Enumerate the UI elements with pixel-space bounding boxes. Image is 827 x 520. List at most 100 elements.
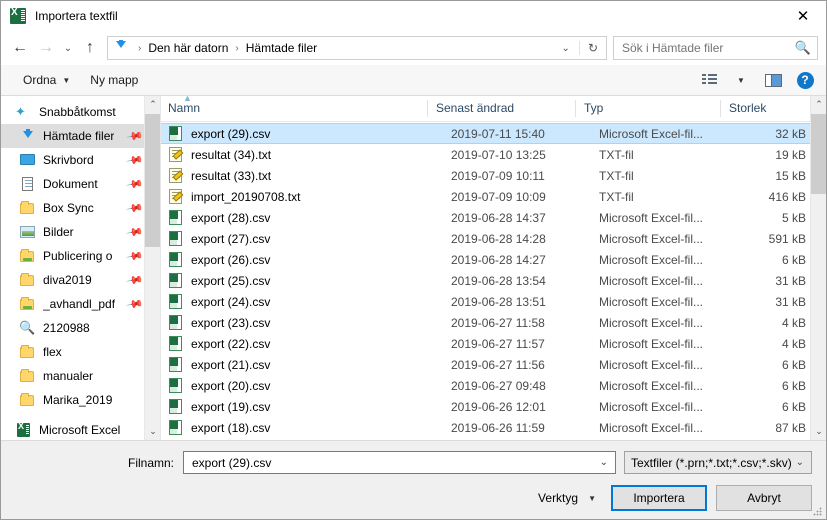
table-row[interactable]: export (27).csv 2019-06-28 14:28 Microsoft… xyxy=(161,228,810,249)
sidebar-scroll-thumb[interactable] xyxy=(145,114,160,247)
sidebar-item-skrivbord[interactable]: Skrivbord 📌 xyxy=(1,148,160,172)
scroll-down-icon[interactable]: ⌄ xyxy=(145,423,160,440)
csv-file-icon xyxy=(168,293,184,310)
table-row[interactable]: export (24).csv 2019-06-28 13:51 Microsoft… xyxy=(161,291,810,312)
table-row[interactable]: resultat (34).txt 2019-07-10 13:25 TXT-fil… xyxy=(161,144,810,165)
table-row[interactable]: export (23).csv 2019-06-27 11:58 Microsoft… xyxy=(161,312,810,333)
pin-icon[interactable]: 📌 xyxy=(126,247,145,266)
up-icon[interactable]: ↑ xyxy=(77,35,103,61)
sidebar-item-h-mtade-filer[interactable]: Hämtade filer 📌 xyxy=(1,124,160,148)
sidebar-item-marika-2019[interactable]: Marika_2019 xyxy=(1,388,160,412)
sidebar-item-microsoft-excel[interactable]: Microsoft Excel xyxy=(1,418,160,440)
table-row[interactable]: export (26).csv 2019-06-28 14:27 Microsoft… xyxy=(161,249,810,270)
shared-folder-icon xyxy=(19,296,37,312)
pin-icon[interactable]: 📌 xyxy=(126,271,145,290)
help-icon: ? xyxy=(796,71,814,89)
table-row[interactable]: export (20).csv 2019-06-27 09:48 Microsoft… xyxy=(161,375,810,396)
scroll-up-icon[interactable]: ⌃ xyxy=(145,96,160,113)
resize-grip[interactable] xyxy=(813,507,823,517)
csv-file-icon xyxy=(168,398,184,415)
search-input[interactable] xyxy=(620,40,795,56)
sidebar-scrollbar[interactable]: ⌃ ⌄ xyxy=(144,96,160,440)
pin-icon[interactable]: 📌 xyxy=(126,295,145,314)
sidebar-item-manualer[interactable]: manualer xyxy=(1,364,160,388)
recent-locations-icon[interactable]: ⌄ xyxy=(59,35,77,61)
scroll-up-icon[interactable]: ⌃ xyxy=(811,96,826,113)
chevron-down-icon[interactable]: ⌄ xyxy=(600,457,611,468)
column-header-type[interactable]: Typ xyxy=(575,100,720,117)
sidebar-item-2120988[interactable]: 🔍 2120988 xyxy=(1,316,160,340)
csv-file-icon xyxy=(168,335,184,352)
search-box[interactable]: 🔍 xyxy=(613,36,818,60)
table-row[interactable]: export (19).csv 2019-06-26 12:01 Microsoft… xyxy=(161,396,810,417)
file-modified: 2019-06-28 13:51 xyxy=(451,294,546,309)
forward-icon[interactable]: → xyxy=(33,35,59,61)
pin-icon[interactable]: 📌 xyxy=(126,127,145,146)
sidebar-item-publicering-o[interactable]: Publicering o 📌 xyxy=(1,244,160,268)
shared-folder-icon xyxy=(19,248,37,264)
file-type-filter-select[interactable]: Textfiler (*.prn;*.txt;*.csv;*.skv) ⌄ xyxy=(624,451,812,474)
file-rows: export (29).csv 2019-07-11 15:40 Microsoft… xyxy=(161,123,810,440)
sidebar-item-diva2019[interactable]: diva2019 📌 xyxy=(1,268,160,292)
sidebar-item-bilder[interactable]: Bilder 📌 xyxy=(1,220,160,244)
column-header-size[interactable]: Storlek xyxy=(720,100,784,117)
folder-icon xyxy=(19,392,37,408)
sidebar-item-flex[interactable]: flex xyxy=(1,340,160,364)
sidebar-item-label: Microsoft Excel xyxy=(39,423,121,437)
table-row[interactable]: export (22).csv 2019-06-27 11:57 Microsoft… xyxy=(161,333,810,354)
organize-button[interactable]: Ordna ▼ xyxy=(13,73,80,87)
table-row[interactable]: export (28).csv 2019-06-28 14:37 Microsoft… xyxy=(161,207,810,228)
file-name: export (23).csv xyxy=(191,315,271,330)
pin-icon[interactable]: 📌 xyxy=(126,151,145,170)
table-row[interactable]: export (21).csv 2019-06-27 11:56 Microsoft… xyxy=(161,354,810,375)
view-dropdown-button[interactable]: ▼ xyxy=(726,68,756,92)
pin-icon[interactable]: 📌 xyxy=(126,175,145,194)
file-size: 32 kB xyxy=(775,126,806,141)
sidebar-item-dokument[interactable]: Dokument 📌 xyxy=(1,172,160,196)
help-button[interactable]: ? xyxy=(790,68,820,92)
column-header-modified[interactable]: Senast ändrad xyxy=(427,100,575,117)
new-folder-button[interactable]: Ny mapp xyxy=(80,73,148,87)
table-row[interactable]: export (29).csv 2019-07-11 15:40 Microsoft… xyxy=(161,123,810,144)
breadcrumb-item-computer[interactable]: Den här datorn xyxy=(146,41,230,55)
file-type: Microsoft Excel-fil... xyxy=(599,378,704,393)
tools-button[interactable]: Verktyg ▼ xyxy=(538,491,602,505)
table-row[interactable]: resultat (33).txt 2019-07-09 10:11 TXT-fil… xyxy=(161,165,810,186)
view-options-button[interactable] xyxy=(694,68,724,92)
table-row[interactable]: import_20190708.txt 2019-07-09 10:09 TXT-f… xyxy=(161,186,810,207)
sort-ascending-icon: ▲ xyxy=(183,96,192,103)
preview-pane-button[interactable] xyxy=(758,68,788,92)
pin-icon[interactable]: 📌 xyxy=(126,199,145,218)
table-row[interactable]: export (25).csv 2019-06-28 13:54 Microsoft… xyxy=(161,270,810,291)
file-name: resultat (34).txt xyxy=(191,147,272,162)
pin-icon[interactable]: 📌 xyxy=(126,223,145,242)
csv-file-icon xyxy=(168,125,184,142)
back-icon[interactable]: ← xyxy=(7,35,33,61)
file-size: 31 kB xyxy=(775,273,806,288)
sidebar-item-snabb-tkomst[interactable]: ✦ Snabbåtkomst xyxy=(1,100,160,124)
address-bar[interactable]: › Den här datorn › Hämtade filer ⌄ ↻ xyxy=(107,36,607,60)
breadcrumb-item-downloads[interactable]: Hämtade filer xyxy=(244,41,319,55)
file-list-scrollbar[interactable]: ⌃ ⌄ xyxy=(810,96,826,440)
txt-file-icon xyxy=(168,167,184,184)
filename-input[interactable] xyxy=(190,454,600,471)
file-size: 31 kB xyxy=(775,294,806,309)
file-size: 6 kB xyxy=(781,357,806,372)
scroll-down-icon[interactable]: ⌄ xyxy=(811,423,826,440)
close-icon[interactable]: ✕ xyxy=(780,1,826,30)
refresh-icon[interactable]: ↻ xyxy=(578,41,606,55)
list-view-icon xyxy=(701,74,717,86)
file-scroll-thumb[interactable] xyxy=(811,114,826,194)
table-row[interactable]: export (18).csv 2019-06-26 11:59 Microsoft… xyxy=(161,417,810,438)
sidebar-item-avhandl-pdf[interactable]: _avhandl_pdf 📌 xyxy=(1,292,160,316)
file-modified: 2019-06-28 13:54 xyxy=(451,273,546,288)
filename-label: Filnamn: xyxy=(127,455,174,470)
search-icon[interactable]: 🔍 xyxy=(795,40,811,56)
import-button[interactable]: Importera xyxy=(611,485,707,511)
document-icon xyxy=(19,176,37,192)
cancel-button[interactable]: Avbryt xyxy=(716,485,812,511)
sidebar-item-box-sync[interactable]: Box Sync 📌 xyxy=(1,196,160,220)
chevron-down-icon[interactable]: ⌄ xyxy=(553,43,579,54)
filename-field[interactable]: ⌄ xyxy=(183,451,616,474)
column-header-name[interactable]: Namn xyxy=(161,100,427,117)
